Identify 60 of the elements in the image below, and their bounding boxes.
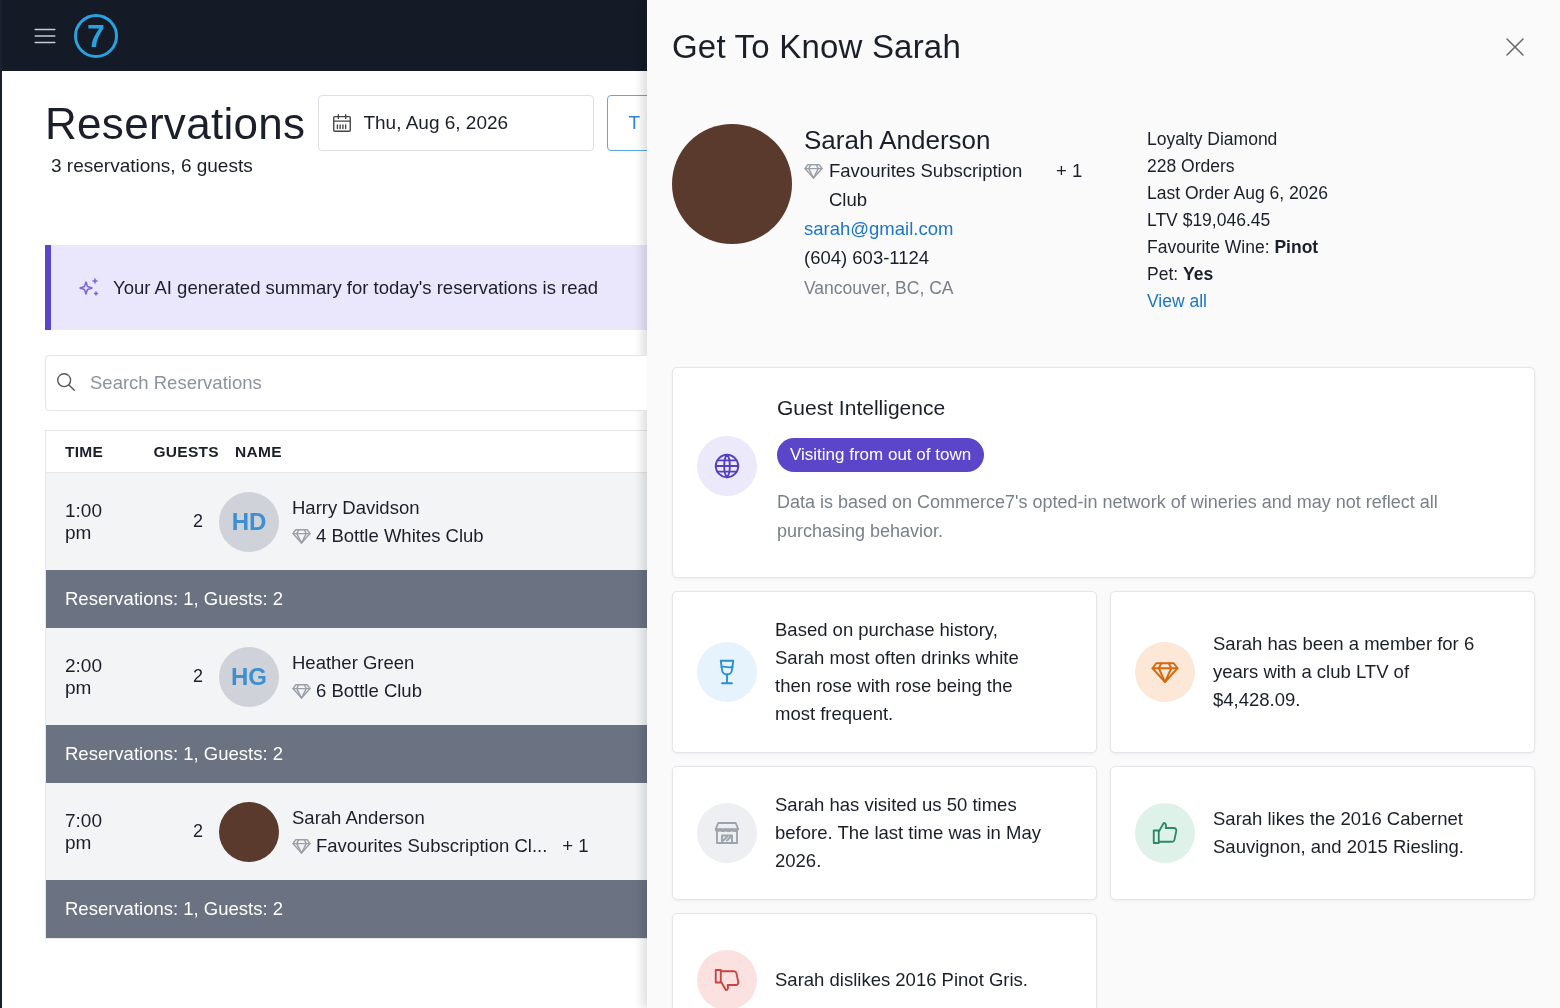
column-header: GUESTS [152, 442, 219, 461]
reservation-row[interactable]: 1:00 pm 2 HD Harry Davidson 4 Bottle Whites Club [46, 473, 647, 570]
guests-cell-text: 2 [192, 511, 204, 532]
reservation-row[interactable]: 2:00 pm 2 HG Heather Green 6 Bottle Club [46, 628, 647, 725]
close-icon [1503, 35, 1527, 59]
time-cell-text: 7:00 pm [64, 809, 103, 854]
phone-number: (604) 603-1124 [804, 246, 930, 270]
club-count: + 1 [1056, 159, 1083, 183]
guest-name: Sarah Anderson [804, 124, 991, 156]
banner-text: Your AI generated summary for today's reservations is read [113, 276, 599, 299]
today-button[interactable]: T [607, 95, 647, 151]
initials-avatar: HD [219, 491, 279, 552]
stat-text: Favourite Wine: Pinot [1147, 236, 1319, 259]
diamond-icon [292, 836, 311, 855]
guest-name: Harry Davidson [292, 496, 421, 519]
calendar-icon [331, 112, 354, 134]
guest-name: Sarah Anderson [292, 806, 426, 829]
reservation-row[interactable]: 7:00 pm 2 Sarah Anderson Favourites Subscription Cl... + 1 [46, 783, 647, 880]
club-name: Favourites Subscription Club [829, 159, 1024, 212]
stat-text: Loyalty Diamond [1147, 128, 1278, 151]
email-link[interactable]: sarah@gmail.com [804, 214, 954, 243]
stat-text: Pet: Yes [1147, 263, 1214, 286]
initials-avatar: HG [219, 646, 279, 707]
insight-text: Sarah dislikes 2016 Pinot Gris. [775, 968, 1028, 992]
logo[interactable]: 7 [74, 13, 118, 58]
group-summary: Reservations: 1, Guests: 2 [46, 570, 647, 628]
diamond-icon [292, 526, 311, 545]
insight-text: Sarah has been a member for 6 years with a club LTV of $4,428.09. [1213, 632, 1476, 712]
club-name: 6 Bottle Club [316, 679, 422, 702]
time-cell-text: 2:00 pm [64, 654, 103, 699]
stat-text: LTV $19,046.45 [1147, 209, 1271, 232]
club-name: Favourites Subscription Cl... [316, 834, 548, 857]
diamond-icon [292, 681, 311, 700]
insight-text: Based on purchase history, Sarah most often drinks white then rose with rose being the most frequent. [775, 618, 1020, 726]
club-name: 4 Bottle Whites Club [316, 524, 484, 547]
stat-text: 228 Orders [1147, 155, 1235, 178]
guest-name: Heather Green [292, 651, 416, 674]
group-summary: Reservations: 1, Guests: 2 [46, 725, 647, 783]
group-summary: Reservations: 1, Guests: 2 [46, 880, 647, 938]
search-field[interactable]: Search Reservations [45, 355, 647, 411]
guests-cell-text: 2 [192, 666, 204, 687]
disclaimer-text: Data is based on Commerce7's opted-in network of wineries and may not reflect all purchasing behavior. [777, 491, 1439, 543]
diamond-icon [804, 161, 823, 180]
stat-text: Last Order Aug 6, 2026 [1147, 182, 1328, 205]
search-icon [55, 371, 77, 393]
page-title: Reservations [45, 99, 306, 149]
view-all-link[interactable]: View all [1147, 288, 1207, 315]
time-cell-text: 1:00 pm [64, 499, 103, 544]
date-field[interactable]: Thu, Aug 6, 2026 [318, 95, 595, 151]
card-title: Guest Intelligence [777, 396, 946, 420]
guests-cell-text: 2 [192, 821, 204, 842]
drawer-title: Get To Know Sarah [672, 28, 961, 66]
column-header: TIME [64, 442, 105, 461]
tag: Visiting from out of town [777, 438, 985, 472]
location: Vancouver, BC, CA [804, 277, 954, 300]
insight-text: Sarah likes the 2016 Cabernet Sauvignon, and 2015 Riesling. [1213, 807, 1465, 859]
column-header: NAME [234, 442, 282, 461]
reservation-count: 3 reservations, 6 guests [51, 155, 254, 177]
club-count: + 1 [562, 834, 589, 857]
insight-text: Sarah has visited us 50 times before. The last time was in May 2026. [775, 793, 1042, 873]
